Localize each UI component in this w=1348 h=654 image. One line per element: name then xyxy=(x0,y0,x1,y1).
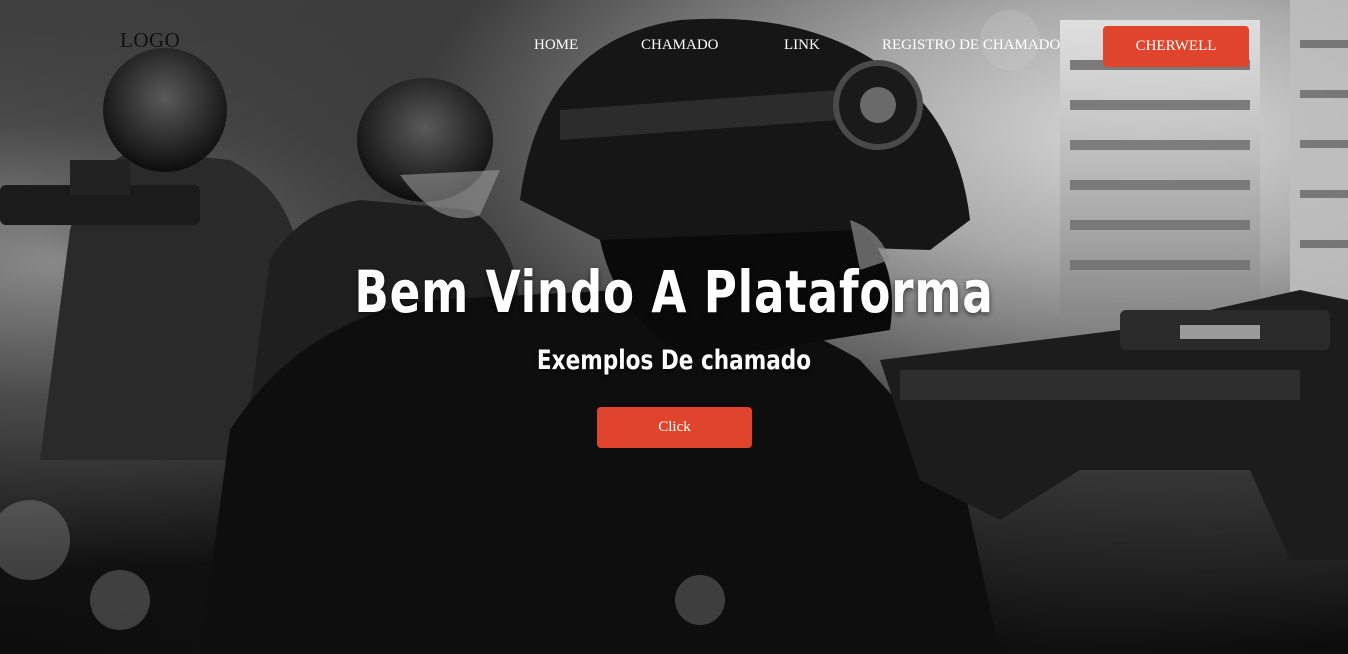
hero-title: Bem Vindo A Plataforma xyxy=(354,258,994,326)
logo[interactable]: LOGO xyxy=(120,28,180,53)
nav-link-registro-de-chamado[interactable]: REGISTRO DE CHAMADO xyxy=(882,37,1060,54)
hero-click-button[interactable]: Click xyxy=(597,407,752,448)
hero-subtitle: Exemplos De chamado xyxy=(536,345,812,376)
nav-link-chamado[interactable]: CHAMADO xyxy=(641,37,719,54)
background-image xyxy=(0,0,1348,654)
nav-link-link[interactable]: LINK xyxy=(784,37,820,54)
cherwell-button[interactable]: CHERWELL xyxy=(1103,26,1249,67)
nav-link-home[interactable]: HOME xyxy=(534,37,578,54)
hero-section: LOGO HOME CHAMADO LINK REGISTRO DE CHAMA… xyxy=(0,0,1348,654)
